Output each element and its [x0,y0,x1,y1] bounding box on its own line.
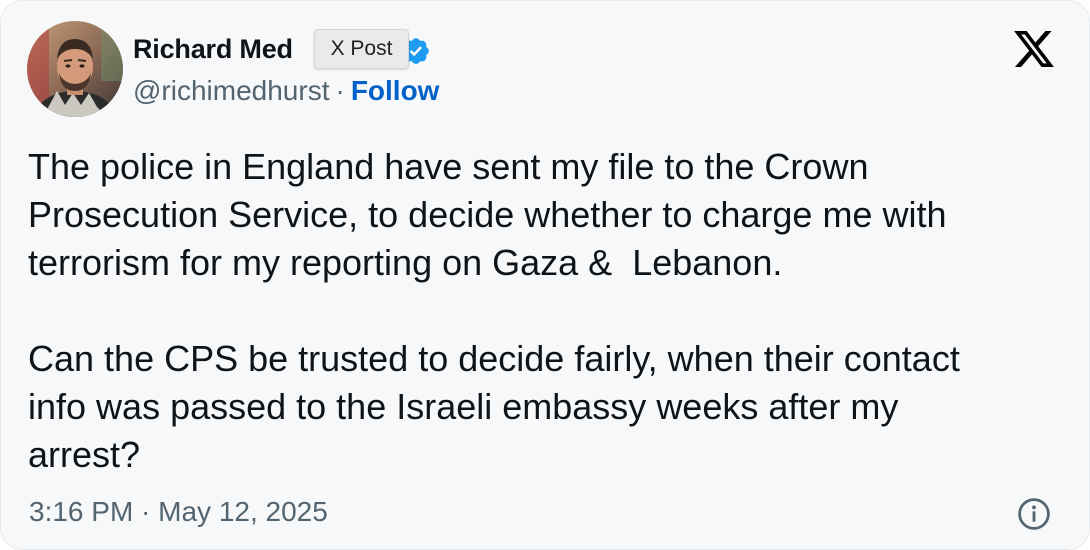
profile-photo-icon [27,21,123,117]
avatar[interactable] [27,21,123,117]
tweet-card: Richard Med X Post @richimedhurst · Follow… [0,0,1090,550]
author-handle-row: @richimedhurst · Follow [133,75,439,107]
author-name-row: Richard Med [133,29,293,69]
post-body: The police in England have sent my file … [28,143,1068,479]
follow-link[interactable]: Follow [351,75,440,106]
info-icon[interactable] [1016,496,1052,532]
x-logo-icon[interactable] [1013,31,1055,67]
tooltip-label: X Post [330,37,393,60]
separator-dot: · [335,75,345,106]
post-paragraph-1: The police in England have sent my file … [28,146,947,283]
author-handle[interactable]: @richimedhurst [133,75,329,106]
post-paragraph-2: Can the CPS be trusted to decide fairly,… [28,338,960,475]
x-post-tooltip: X Post [314,29,409,69]
author-display-name[interactable]: Richard Med [133,34,293,65]
post-timestamp[interactable]: 3:16 PM · May 12, 2025 [29,496,328,528]
